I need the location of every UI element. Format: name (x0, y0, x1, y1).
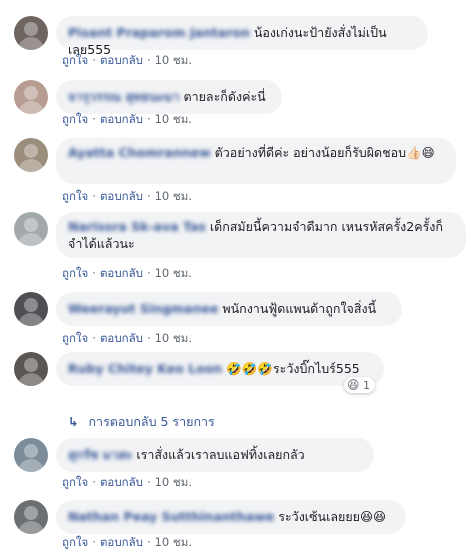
reply-link[interactable]: ตอบกลับ (100, 53, 143, 67)
reply-link[interactable]: ตอบกลับ (100, 331, 143, 345)
comment-bubble: Ruby Chitey Keo Loon 🤣🤣🤣ระวังบิ๊กไบร์555 (56, 352, 384, 386)
comment-text: เราสั่งแล้วเราลบแอฟทิ้งเลยกลัว (136, 447, 305, 462)
like-link[interactable]: ถูกใจ (62, 535, 88, 549)
comment-bubble: Narissra Sk-ava Tas เด็กสมัยนี้ความจำดีมา… (56, 212, 466, 258)
timestamp[interactable]: 10 ชม. (155, 475, 192, 489)
comment-text: 🤣🤣🤣ระวังบิ๊กไบร์555 (226, 361, 360, 376)
avatar[interactable] (14, 352, 48, 386)
comment-bubble: Nathan Peay Sutthinanthawe ระวังเซ้นเลยยย… (56, 500, 406, 534)
commenter-name[interactable]: Weerayut Singmanee (68, 300, 218, 317)
avatar[interactable] (14, 438, 48, 472)
like-link[interactable]: ถูกใจ (62, 266, 88, 280)
timestamp[interactable]: 10 ชม. (155, 189, 192, 203)
timestamp[interactable]: 10 ชม. (155, 331, 192, 345)
reply-link[interactable]: ตอบกลับ (100, 475, 143, 489)
haha-reaction-icon: 😆 (347, 378, 360, 392)
comment-actions: ถูกใจ · ตอบกลับ · 10 ชม. (62, 331, 192, 345)
reply-link[interactable]: ตอบกลับ (100, 535, 143, 549)
avatar[interactable] (14, 292, 48, 326)
like-link[interactable]: ถูกใจ (62, 331, 88, 345)
comment-actions: ถูกใจ · ตอบกลับ · 10 ชม. (62, 189, 192, 203)
view-replies-link[interactable]: ↳ การตอบกลับ 5 รายการ (68, 412, 215, 432)
reaction-count: 1 (363, 379, 371, 392)
comment-actions: ถูกใจ · ตอบกลับ · 10 ชม. (62, 112, 192, 126)
avatar[interactable] (14, 80, 48, 114)
avatar[interactable] (14, 500, 48, 534)
comment-bubble: Weerayut Singmanee พนักงานฟู้ดแพนด้าถูกใจ… (56, 292, 402, 326)
timestamp[interactable]: 10 ชม. (155, 266, 192, 280)
view-replies-label: การตอบกลับ 5 รายการ (88, 414, 215, 429)
commenter-name[interactable]: Nathan Peay Sutthinanthawe (68, 508, 274, 525)
avatar[interactable] (14, 16, 48, 50)
commenter-name[interactable]: Narissra Sk-ava Tas (68, 218, 206, 235)
comment-text: ตายละก็ดังค่ะนี่ (183, 89, 266, 104)
avatar[interactable] (14, 212, 48, 246)
comment-text: ระวังเซ้นเลยยย😆😆 (278, 509, 387, 524)
like-link[interactable]: ถูกใจ (62, 189, 88, 203)
comment-text: ตัวอย่างที่ดีค่ะ อย่างน้อยก็รับผิดชอบ👍🏻😄 (214, 145, 435, 160)
comment-actions: ถูกใจ · ตอบกลับ · 10 ชม. (62, 475, 192, 489)
commenter-name[interactable]: สุกรัช มาสะ (68, 446, 132, 463)
reaction-summary[interactable]: 😆 1 (344, 377, 376, 393)
commenter-name[interactable]: Ruby Chitey Keo Loon (68, 360, 222, 377)
comment-actions: ถูกใจ · ตอบกลับ · 10 ชม. (62, 266, 192, 280)
like-link[interactable]: ถูกใจ (62, 112, 88, 126)
comment-bubble: Pisant Praparom Jantaron น้องเก่งนะป้ายัง… (56, 16, 428, 57)
commenter-name[interactable]: จารุวรรณ สุทธนะมา (68, 88, 179, 105)
commenter-name[interactable]: Ayatta Chomrannew (68, 144, 211, 161)
like-link[interactable]: ถูกใจ (62, 475, 88, 489)
reply-link[interactable]: ตอบกลับ (100, 189, 143, 203)
comment-bubble: Ayatta Chomrannew ตัวอย่างที่ดีค่ะ อย่างน… (56, 138, 456, 184)
comment-actions: ถูกใจ · ตอบกลับ · 10 ชม. (62, 53, 192, 67)
comment-text: พนักงานฟู้ดแพนด้าถูกใจสิ่งนี้ (222, 301, 377, 316)
timestamp[interactable]: 10 ชม. (155, 53, 192, 67)
reply-link[interactable]: ตอบกลับ (100, 266, 143, 280)
comment-bubble: จารุวรรณ สุทธนะมา ตายละก็ดังค่ะนี่ (56, 80, 282, 114)
timestamp[interactable]: 10 ชม. (155, 535, 192, 549)
avatar[interactable] (14, 138, 48, 172)
timestamp[interactable]: 10 ชม. (155, 112, 192, 126)
reply-link[interactable]: ตอบกลับ (100, 112, 143, 126)
reply-arrow-icon: ↳ (68, 414, 79, 429)
commenter-name[interactable]: Pisant Praparom Jantaron (68, 24, 250, 41)
like-link[interactable]: ถูกใจ (62, 53, 88, 67)
comment-bubble: สุกรัช มาสะ เราสั่งแล้วเราลบแอฟทิ้งเลยกลั… (56, 438, 374, 472)
